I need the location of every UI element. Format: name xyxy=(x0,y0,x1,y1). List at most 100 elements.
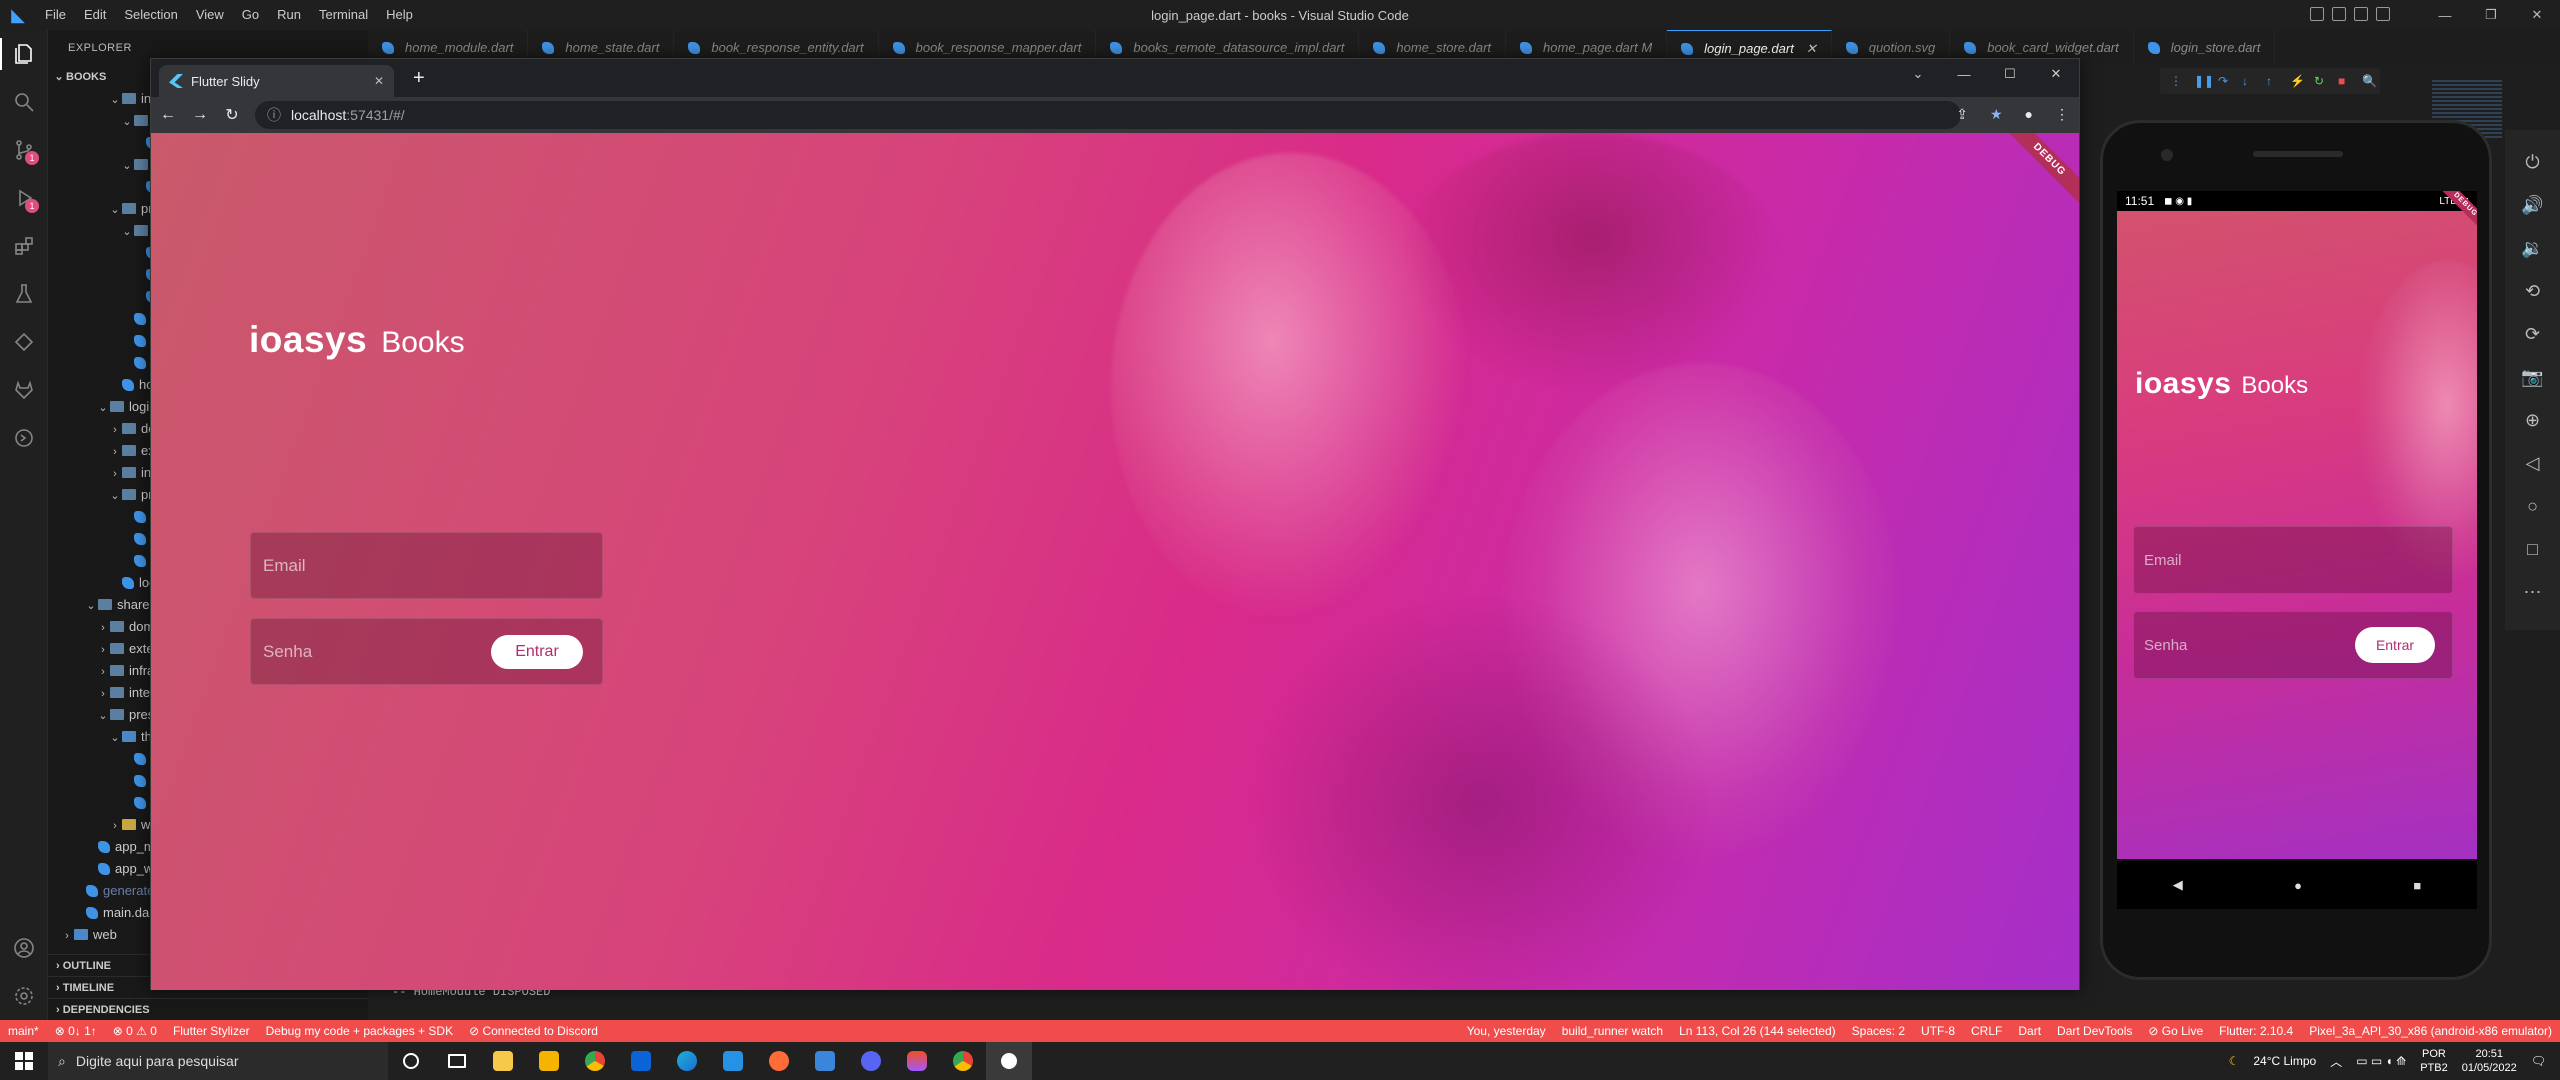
status-item[interactable]: Spaces: 2 xyxy=(1844,1024,1913,1038)
toggle-secondary-sidebar-icon[interactable] xyxy=(2354,7,2368,21)
overview-icon[interactable]: □ xyxy=(2527,539,2538,560)
menu-item[interactable]: Terminal xyxy=(310,0,377,30)
status-item[interactable]: Ln 113, Col 26 (144 selected) xyxy=(1671,1024,1844,1038)
menu-item[interactable]: File xyxy=(36,0,75,30)
menu-item[interactable]: Run xyxy=(268,0,310,30)
start-button[interactable] xyxy=(0,1042,48,1080)
chrome-menu-icon[interactable]: ⋮ xyxy=(2055,106,2069,123)
account-icon[interactable] xyxy=(0,924,48,972)
forward-icon[interactable]: → xyxy=(191,106,209,124)
back-nav-icon[interactable]: ◁ xyxy=(2526,453,2540,474)
android-back-icon[interactable]: ◀ xyxy=(2173,877,2183,893)
remote-icon[interactable] xyxy=(0,414,48,462)
menu-item[interactable]: Edit xyxy=(75,0,115,30)
new-tab-button[interactable]: + xyxy=(413,68,425,88)
reload-icon[interactable]: ↻ xyxy=(223,105,241,125)
more-icon[interactable]: ⋯ xyxy=(2524,582,2542,603)
menu-item[interactable]: Go xyxy=(233,0,268,30)
gitlens-icon[interactable] xyxy=(0,318,48,366)
login-button[interactable]: Entrar xyxy=(491,635,583,669)
status-item[interactable]: Flutter Stylizer xyxy=(165,1024,258,1038)
profile-icon[interactable]: ● xyxy=(2025,106,2033,123)
status-item[interactable]: ⊗ 0 ⚠ 0 xyxy=(105,1024,165,1038)
cortana-icon[interactable] xyxy=(388,1042,434,1080)
site-info-icon[interactable]: ⓘ xyxy=(267,105,281,125)
status-item[interactable]: UTF-8 xyxy=(1913,1024,1963,1038)
taskbar-search[interactable]: ⌕ Digite aqui para pesquisar xyxy=(48,1042,388,1080)
home-nav-icon[interactable]: ○ xyxy=(2527,496,2538,517)
status-item[interactable]: build_runner watch xyxy=(1554,1024,1671,1038)
chrome-minimize-icon[interactable]: — xyxy=(1941,59,1987,89)
android-emulator-icon[interactable] xyxy=(986,1042,1032,1080)
extensions-icon[interactable] xyxy=(0,222,48,270)
vscode-taskbar-icon[interactable] xyxy=(710,1042,756,1080)
chrome-icon[interactable] xyxy=(572,1042,618,1080)
volume-up-icon[interactable]: 🔊 xyxy=(2521,195,2543,216)
explorer-icon[interactable] xyxy=(0,30,48,78)
menu-item[interactable]: View xyxy=(187,0,233,30)
chrome-close-icon[interactable]: ✕ xyxy=(2033,59,2079,89)
chrome2-icon[interactable] xyxy=(940,1042,986,1080)
browser-tab[interactable]: Flutter Slidy ✕ xyxy=(159,65,394,97)
figma-icon[interactable] xyxy=(894,1042,940,1080)
zoom-icon[interactable]: ⊕ xyxy=(2525,410,2540,431)
power-icon[interactable]: ⏻ xyxy=(2525,152,2539,173)
stop-icon[interactable]: ■ xyxy=(2338,75,2350,87)
emulator-login-button[interactable]: Entrar xyxy=(2355,627,2435,663)
android-recents-icon[interactable]: ■ xyxy=(2413,878,2421,893)
step-out-icon[interactable]: ↑ xyxy=(2266,75,2278,87)
address-bar[interactable]: ⓘ localhost:57431/#/ xyxy=(255,101,1961,129)
status-item[interactable]: ⊘ Connected to Discord xyxy=(461,1024,606,1038)
gitlab-icon[interactable] xyxy=(0,366,48,414)
edge-icon[interactable] xyxy=(664,1042,710,1080)
rotate-right-icon[interactable]: ⟳ xyxy=(2525,324,2540,345)
chrome-tabsearch-icon[interactable]: ⌄ xyxy=(1895,59,1941,89)
menu-item[interactable]: Selection xyxy=(115,0,186,30)
notifications-icon[interactable]: 🗨 xyxy=(2531,1054,2546,1068)
manage-gear-icon[interactable] xyxy=(0,972,48,1020)
menu-item[interactable]: Help xyxy=(377,0,422,30)
close-tab-icon[interactable]: ✕ xyxy=(374,74,384,88)
screenshot-icon[interactable]: 📷 xyxy=(2521,367,2543,388)
status-item[interactable]: You, yesterday xyxy=(1459,1024,1554,1038)
email-field[interactable]: Email xyxy=(250,532,603,599)
status-item[interactable]: Flutter: 2.10.4 xyxy=(2211,1024,2301,1038)
share-icon[interactable]: ⇪ xyxy=(1956,106,1968,123)
status-item[interactable]: Dart DevTools xyxy=(2049,1024,2140,1038)
status-item[interactable]: Pixel_3a_API_30_x86 (android-x86 emulato… xyxy=(2301,1024,2560,1038)
file-explorer-icon[interactable] xyxy=(480,1042,526,1080)
hot-reload-icon[interactable]: ⚡ xyxy=(2290,75,2305,87)
toggle-sidebar-icon[interactable] xyxy=(2310,7,2324,21)
status-item[interactable]: CRLF xyxy=(1963,1024,2010,1038)
bookmark-star-icon[interactable]: ★ xyxy=(1990,106,2003,123)
step-into-icon[interactable]: ↓ xyxy=(2242,75,2254,87)
volume-down-icon[interactable]: 🔉 xyxy=(2521,238,2543,259)
status-item[interactable]: Dart xyxy=(2010,1024,2049,1038)
language-indicator[interactable]: POR PTB2 xyxy=(2420,1047,2448,1075)
step-over-icon[interactable]: ↷ xyxy=(2218,75,2230,87)
section-dependencies[interactable]: › DEPENDENCIES xyxy=(48,998,368,1020)
source-control-icon[interactable]: 1 xyxy=(0,126,48,174)
chrome-maximize-icon[interactable]: ☐ xyxy=(1987,59,2033,89)
weather-text[interactable]: 24°C Limpo xyxy=(2253,1054,2316,1068)
search-icon[interactable] xyxy=(0,78,48,126)
task-view-icon[interactable] xyxy=(434,1042,480,1080)
testing-icon[interactable] xyxy=(0,270,48,318)
hot-restart-icon[interactable]: ↻ xyxy=(2314,75,2326,87)
android-home-icon[interactable]: ● xyxy=(2294,878,2302,893)
run-debug-icon[interactable]: 1 xyxy=(0,174,48,222)
emulator-email-field[interactable]: Email xyxy=(2133,526,2453,594)
pause-icon[interactable]: ❚❚ xyxy=(2194,75,2214,87)
devtools-icon[interactable]: 🔍 xyxy=(2362,75,2377,87)
mail-icon[interactable] xyxy=(618,1042,664,1080)
toggle-panel-icon[interactable] xyxy=(2332,7,2346,21)
postman-icon[interactable] xyxy=(756,1042,802,1080)
discord-icon[interactable] xyxy=(848,1042,894,1080)
minimize-icon[interactable]: — xyxy=(2422,0,2468,30)
clock[interactable]: 20:51 01/05/2022 xyxy=(2462,1047,2517,1075)
status-item[interactable]: ⊗ 0↓ 1↑ xyxy=(47,1024,105,1038)
rotate-left-icon[interactable]: ⟲ xyxy=(2525,281,2540,302)
customize-layout-icon[interactable] xyxy=(2376,7,2390,21)
store-icon[interactable] xyxy=(526,1042,572,1080)
close-icon[interactable]: ✕ xyxy=(2514,0,2560,30)
